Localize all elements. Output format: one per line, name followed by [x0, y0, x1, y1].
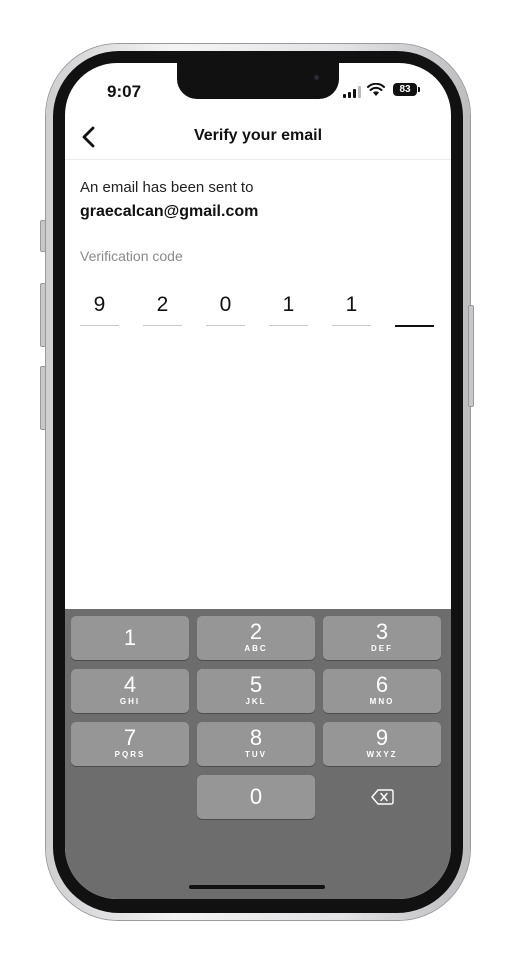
key-number: 5: [249, 672, 263, 697]
key-letters: ABC: [244, 644, 268, 653]
key-3[interactable]: 3 DEF: [323, 616, 441, 660]
key-number: 4: [123, 672, 137, 697]
key-number: 2: [249, 619, 263, 644]
key-1[interactable]: 1: [71, 616, 189, 660]
screen: 9:07 83 Verify your email An email has b…: [65, 63, 451, 899]
wifi-icon: [367, 83, 385, 96]
delete-key[interactable]: [321, 775, 439, 819]
key-letters: WXYZ: [366, 750, 398, 759]
key-5[interactable]: 5 JKL: [197, 669, 315, 713]
key-number: 9: [375, 725, 389, 750]
side-button-mute: [40, 220, 46, 252]
key-letters: PQRS: [114, 750, 146, 759]
code-digit-4[interactable]: 1: [269, 291, 308, 326]
code-digit-3[interactable]: 0: [206, 291, 245, 326]
battery-icon: 83: [393, 83, 417, 96]
signal-icon: [343, 86, 361, 98]
notch: [177, 63, 339, 99]
page-title: Verify your email: [193, 127, 323, 144]
key-9[interactable]: 9 WXYZ: [323, 722, 441, 766]
home-indicator[interactable]: [189, 885, 325, 889]
code-digit-5[interactable]: 1: [332, 291, 371, 326]
numeric-keypad: 1 2 ABC 3 DEF 4 GHI 5 JKL 6 MNO 7 PQRS 8…: [65, 609, 451, 899]
key-number: 6: [375, 672, 389, 697]
verification-code-label: Verification code: [80, 248, 183, 264]
key-4[interactable]: 4 GHI: [71, 669, 189, 713]
email-address: graecalcan@gmail.com: [80, 203, 259, 220]
side-button-volume-up: [40, 283, 46, 347]
code-digit-2[interactable]: 2: [143, 291, 182, 326]
nav-bar: Verify your email: [65, 115, 451, 160]
status-time: 9:07: [107, 82, 142, 101]
verification-code-input[interactable]: 9 2 0 1 1: [80, 291, 435, 327]
key-number: 0: [249, 784, 263, 809]
key-number: 8: [249, 725, 263, 750]
key-number: 1: [123, 625, 137, 650]
sent-message: An email has been sent to: [80, 179, 254, 196]
key-0[interactable]: 0: [197, 775, 315, 819]
backspace-icon: [371, 789, 394, 805]
key-number: 7: [123, 725, 137, 750]
side-button-volume-down: [40, 366, 46, 430]
key-letters: DEF: [371, 644, 393, 653]
key-number: 3: [375, 619, 389, 644]
key-letters: GHI: [119, 697, 141, 706]
key-letters: TUV: [245, 750, 267, 759]
key-letters: MNO: [369, 697, 395, 706]
key-letters: JKL: [245, 697, 267, 706]
code-digit-1[interactable]: 9: [80, 291, 119, 326]
key-6[interactable]: 6 MNO: [323, 669, 441, 713]
key-8[interactable]: 8 TUV: [197, 722, 315, 766]
code-digit-6[interactable]: [395, 291, 434, 327]
key-7[interactable]: 7 PQRS: [71, 722, 189, 766]
side-button-power: [468, 305, 474, 407]
battery-tip: [418, 87, 420, 92]
camera-icon: [314, 75, 319, 80]
key-2[interactable]: 2 ABC: [197, 616, 315, 660]
